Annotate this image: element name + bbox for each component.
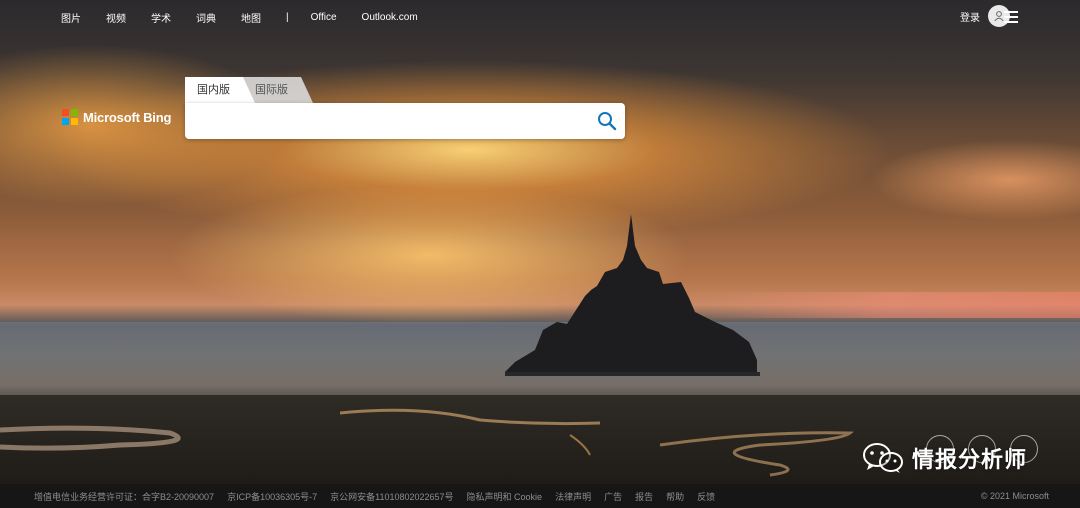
- footer-legal[interactable]: 法律声明: [555, 490, 591, 503]
- wechat-icon: [863, 443, 903, 473]
- nav-link-videos[interactable]: 视频: [106, 10, 126, 25]
- nav-link-academic[interactable]: 学术: [151, 10, 171, 25]
- nav-link-dictionary[interactable]: 词典: [196, 10, 216, 25]
- watermark-text: 情报分析师: [912, 447, 1028, 472]
- nav-link-images[interactable]: 图片: [61, 10, 81, 25]
- nav-link-maps[interactable]: 地图: [241, 10, 261, 25]
- bing-logo[interactable]: Microsoft Bing: [62, 109, 171, 125]
- footer-icp[interactable]: 京ICP备10036305号-7: [227, 490, 317, 503]
- account-area: 登录: [960, 5, 1010, 27]
- footer-copyright: © 2021 Microsoft: [980, 491, 1049, 501]
- logo-text: Microsoft Bing: [83, 109, 172, 125]
- search-icon[interactable]: [597, 111, 617, 131]
- footer-feedback[interactable]: 反馈: [697, 490, 715, 503]
- footer-report[interactable]: 报告: [635, 490, 653, 503]
- search-input[interactable]: [197, 109, 591, 135]
- footer-ads[interactable]: 广告: [604, 490, 622, 503]
- search-box: [185, 103, 625, 139]
- footer-privacy[interactable]: 隐私声明和 Cookie: [467, 490, 543, 503]
- login-link[interactable]: 登录: [960, 9, 980, 24]
- top-nav: 图片 视频 学术 词典 地图 | Office Outlook.com: [0, 0, 1080, 34]
- island-silhouette: [505, 214, 760, 376]
- nav-separator: |: [286, 11, 289, 23]
- microsoft-logo-icon: [62, 109, 78, 125]
- watermark: 情报分析师: [862, 442, 1027, 474]
- footer-help[interactable]: 帮助: [666, 490, 684, 503]
- footer-police-record[interactable]: 京公网安备11010802022657号: [330, 490, 453, 503]
- nav-link-office[interactable]: Office: [311, 12, 337, 23]
- nav-link-outlook[interactable]: Outlook.com: [362, 12, 418, 23]
- footer-license[interactable]: 增值电信业务经营许可证：合字B2-20090007: [34, 490, 214, 503]
- tab-domestic[interactable]: 国内版: [185, 77, 255, 103]
- footer: 增值电信业务经营许可证：合字B2-20090007 京ICP备10036305号…: [0, 484, 1080, 508]
- hamburger-menu-icon[interactable]: [1004, 11, 1018, 23]
